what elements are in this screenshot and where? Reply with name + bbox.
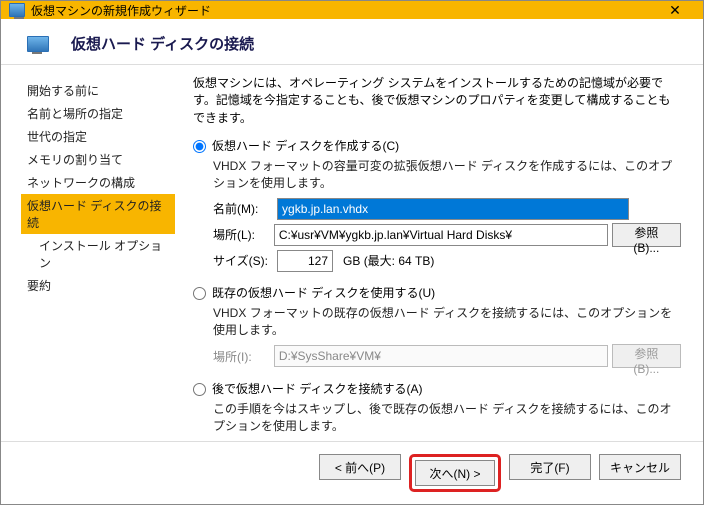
step-summary[interactable]: 要約 [21, 274, 175, 297]
finish-button[interactable]: 完了(F) [509, 454, 591, 480]
step-network[interactable]: ネットワークの構成 [21, 171, 175, 194]
step-generation[interactable]: 世代の指定 [21, 125, 175, 148]
size-row: サイズ(S): GB (最大: 64 TB) [213, 250, 681, 272]
location-input[interactable] [274, 224, 608, 246]
existing-location-input [274, 345, 608, 367]
step-name-location[interactable]: 名前と場所の指定 [21, 102, 175, 125]
option-create-row: 仮想ハード ディスクを作成する(C) [193, 137, 681, 154]
size-input[interactable] [277, 250, 333, 272]
radio-later-vhd[interactable] [193, 383, 206, 396]
radio-create-label: 仮想ハード ディスクを作成する(C) [212, 137, 399, 154]
radio-existing-label: 既存の仮想ハード ディスクを使用する(U) [212, 284, 435, 301]
titlebar: 仮想マシンの新規作成ウィザード ✕ [1, 1, 703, 19]
step-memory[interactable]: メモリの割り当て [21, 148, 175, 171]
footer: < 前へ(P) 次へ(N) > 完了(F) キャンセル [1, 441, 703, 504]
prev-button[interactable]: < 前へ(P) [319, 454, 401, 480]
size-label: サイズ(S): [213, 252, 273, 269]
wizard-steps: 開始する前に 名前と場所の指定 世代の指定 メモリの割り当て ネットワークの構成… [21, 75, 175, 441]
main-panel: 仮想マシンには、オペレーティング システムをインストールするための記憶域が必要で… [193, 75, 683, 441]
close-icon[interactable]: ✕ [655, 2, 695, 19]
later-hint: この手順を今はスキップし、後で既存の仮想ハード ディスクを接続するには、このオプ… [213, 401, 681, 435]
option-later-row: 後で仮想ハード ディスクを接続する(A) [193, 380, 681, 397]
description-text: 仮想マシンには、オペレーティング システムをインストールするための記憶域が必要で… [193, 75, 681, 127]
step-install-options[interactable]: インストール オプション [21, 234, 175, 274]
step-before-begin[interactable]: 開始する前に [21, 79, 175, 102]
window-title: 仮想マシンの新規作成ウィザード [31, 2, 655, 19]
existing-hint: VHDX フォーマットの既存の仮想ハード ディスクを接続するには、このオプション… [213, 305, 681, 339]
existing-browse-button: 参照(B)... [612, 344, 681, 368]
radio-later-label: 後で仮想ハード ディスクを接続する(A) [212, 380, 423, 397]
browse-button[interactable]: 参照(B)... [612, 223, 681, 247]
next-highlight: 次へ(N) > [409, 454, 501, 492]
next-button[interactable]: 次へ(N) > [415, 460, 495, 486]
radio-existing-vhd[interactable] [193, 287, 206, 300]
body: 開始する前に 名前と場所の指定 世代の指定 メモリの割り当て ネットワークの構成… [1, 65, 703, 441]
create-hint: VHDX フォーマットの容量可変の拡張仮想ハード ディスクを作成するには、このオ… [213, 158, 681, 192]
page-header: 仮想ハード ディスクの接続 [1, 19, 703, 65]
name-label: 名前(M): [213, 200, 273, 217]
page-title: 仮想ハード ディスクの接続 [71, 33, 254, 54]
location-label: 場所(L): [213, 226, 270, 243]
name-input[interactable] [277, 198, 629, 220]
existing-location-row: 場所(I): 参照(B)... [213, 344, 681, 368]
monitor-icon [27, 35, 49, 53]
radio-create-vhd[interactable] [193, 140, 206, 153]
cancel-button[interactable]: キャンセル [599, 454, 681, 480]
step-vhd-connect[interactable]: 仮想ハード ディスクの接続 [21, 194, 175, 234]
location-row: 場所(L): 参照(B)... [213, 223, 681, 247]
name-row: 名前(M): [213, 198, 681, 220]
option-existing-row: 既存の仮想ハード ディスクを使用する(U) [193, 284, 681, 301]
existing-location-label: 場所(I): [213, 348, 270, 365]
size-suffix: GB (最大: 64 TB) [343, 252, 434, 269]
app-icon [9, 2, 25, 18]
wizard-window: 仮想マシンの新規作成ウィザード ✕ 仮想ハード ディスクの接続 開始する前に 名… [0, 0, 704, 505]
